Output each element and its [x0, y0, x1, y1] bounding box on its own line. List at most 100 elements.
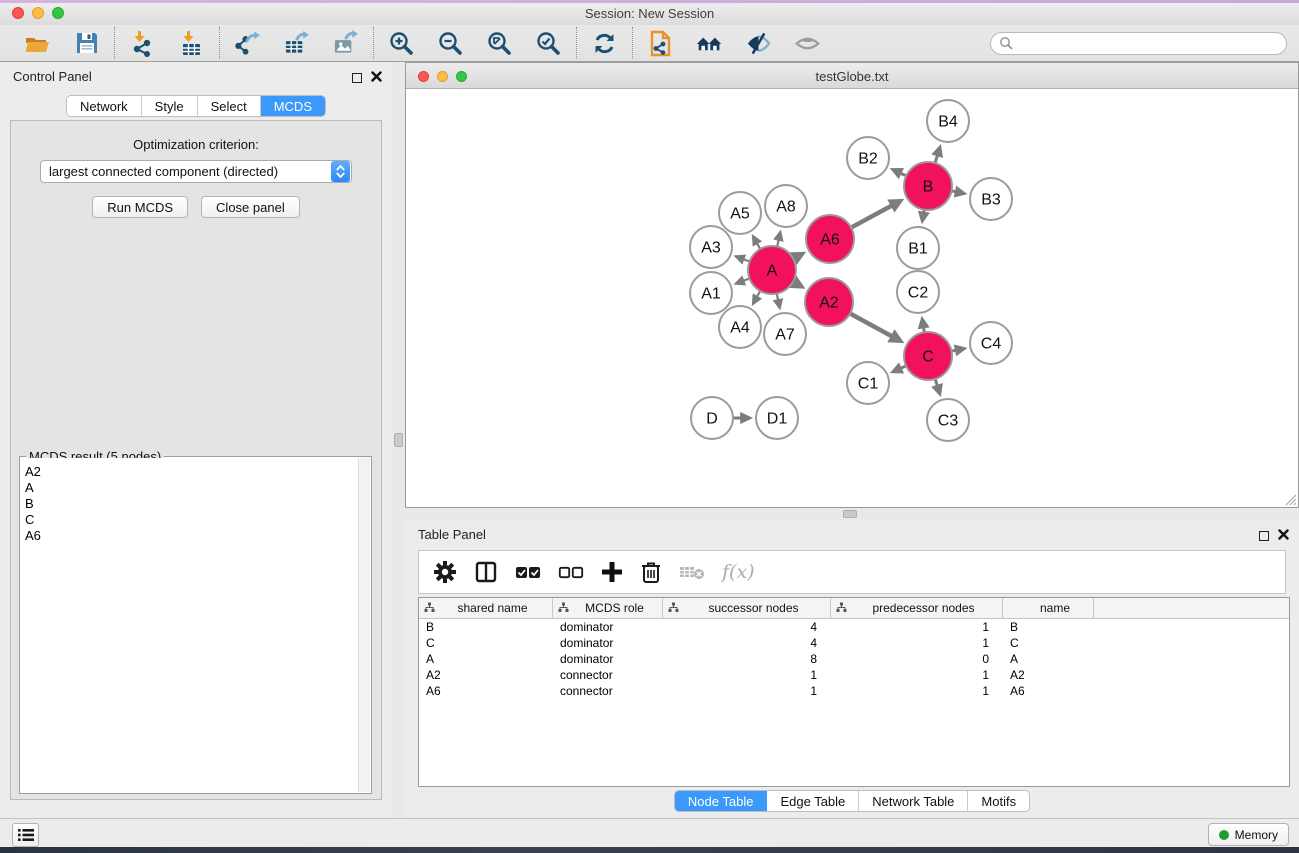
edge-arrowhead — [740, 412, 753, 424]
table-row[interactable]: A2connector11A2 — [419, 667, 1289, 683]
table-cell: 4 — [663, 619, 831, 635]
splitter-grip[interactable] — [843, 510, 857, 518]
vertical-splitter[interactable] — [392, 62, 405, 818]
table-header-row: shared nameMCDS rolesuccessor nodesprede… — [419, 598, 1289, 619]
mcds-result-list[interactable]: A2ABCA6 — [21, 458, 358, 792]
refresh-icon[interactable] — [591, 30, 618, 57]
tab-network-table[interactable]: Network Table — [859, 791, 968, 811]
tab-motifs[interactable]: Motifs — [968, 791, 1029, 811]
search-area — [990, 32, 1287, 55]
mcds-tab-content: Optimization criterion: largest connecte… — [10, 120, 382, 800]
result-scrollbar[interactable] — [358, 458, 370, 792]
save-icon[interactable] — [73, 30, 100, 57]
graph-node-label: A6 — [820, 232, 840, 249]
control-panel-title: Control Panel — [13, 69, 92, 84]
graph-node-label: B2 — [858, 151, 878, 168]
column-header-name[interactable]: name — [1003, 598, 1094, 618]
tab-edge-table[interactable]: Edge Table — [767, 791, 859, 811]
zoom-in-icon[interactable] — [388, 30, 415, 57]
export-image-icon[interactable] — [332, 30, 359, 57]
import-network-icon[interactable] — [129, 30, 156, 57]
resize-grip-icon[interactable] — [1283, 492, 1297, 506]
select-all-icon[interactable] — [515, 564, 541, 580]
horizontal-splitter[interactable] — [405, 508, 1299, 520]
mcds-result-item[interactable]: A — [25, 480, 358, 496]
tab-select[interactable]: Select — [198, 96, 261, 116]
table-row[interactable]: Bdominator41B — [419, 619, 1289, 635]
table-cell: dominator — [553, 635, 663, 651]
close-panel-button[interactable]: Close panel — [201, 196, 300, 218]
homes-icon[interactable] — [696, 30, 723, 57]
zoom-out-icon[interactable] — [437, 30, 464, 57]
float-panel-icon[interactable] — [352, 73, 362, 83]
tab-network[interactable]: Network — [67, 96, 142, 116]
run-mcds-button[interactable]: Run MCDS — [92, 196, 188, 218]
table-row[interactable]: Adominator80A — [419, 651, 1289, 667]
network-window-titlebar: testGlobe.txt — [406, 63, 1298, 89]
mcds-result-item[interactable]: B — [25, 496, 358, 512]
table-cell: A2 — [1003, 667, 1094, 683]
zoom-fit-icon[interactable] — [486, 30, 513, 57]
style-toggle-icon[interactable] — [745, 30, 772, 57]
main-toolbar — [0, 25, 1299, 62]
column-header-predecessor-nodes[interactable]: predecessor nodes — [831, 598, 1003, 618]
column-header-MCDS-role[interactable]: MCDS role — [553, 598, 663, 618]
mcds-result-item[interactable]: A2 — [25, 464, 358, 480]
eye-icon[interactable] — [794, 30, 821, 57]
splitter-grip[interactable] — [394, 433, 403, 447]
deselect-all-icon[interactable] — [558, 564, 584, 580]
float-panel-icon[interactable] — [1259, 531, 1269, 541]
tab-style[interactable]: Style — [142, 96, 198, 116]
close-panel-icon[interactable] — [371, 69, 382, 87]
edge-A2-C[interactable] — [850, 313, 893, 336]
table-cell: 8 — [663, 651, 831, 667]
open-folder-icon[interactable] — [24, 30, 51, 57]
add-column-icon[interactable] — [601, 561, 623, 583]
table-cell: dominator — [553, 619, 663, 635]
export-table-icon[interactable] — [283, 30, 310, 57]
graph-node-label: C4 — [981, 336, 1002, 353]
import-table-icon[interactable] — [178, 30, 205, 57]
edge-arrowhead — [918, 211, 930, 225]
criterion-dropdown[interactable]: largest connected component (directed) — [40, 160, 352, 183]
mcds-result-item[interactable]: C — [25, 512, 358, 528]
tab-mcds[interactable]: MCDS — [261, 96, 325, 116]
edge-arrowhead — [733, 254, 746, 264]
column-header-successor-nodes[interactable]: successor nodes — [663, 598, 831, 618]
table-cell: 4 — [663, 635, 831, 651]
table-toolbar: f(x) — [418, 550, 1286, 594]
table-panel-title: Table Panel — [418, 527, 486, 542]
mcds-result-group: MCDS result (5 nodes) A2ABCA6 — [19, 456, 372, 794]
list-icon — [18, 828, 34, 842]
delete-table-icon[interactable] — [679, 563, 705, 581]
table-row[interactable]: Cdominator41C — [419, 635, 1289, 651]
table-row[interactable]: A6connector11A6 — [419, 683, 1289, 699]
column-header-shared-name[interactable]: shared name — [419, 598, 553, 618]
search-box[interactable] — [990, 32, 1287, 55]
memory-button[interactable]: Memory — [1208, 823, 1289, 846]
network-canvas[interactable]: B4B2BB3A5A8A6A3B1AC2A1A2A4A7C4CC1C3DD1 — [406, 89, 1298, 507]
edge-arrowhead — [954, 344, 968, 356]
graph-node-label: C3 — [938, 413, 959, 430]
graph-node-label: C2 — [908, 285, 929, 302]
zoom-selected-icon[interactable] — [535, 30, 562, 57]
table-cell: 1 — [663, 683, 831, 699]
window-title: Session: New Session — [0, 6, 1299, 21]
table-body: Bdominator41BCdominator41CAdominator80AA… — [419, 619, 1289, 699]
tab-node-table[interactable]: Node Table — [675, 791, 768, 811]
graph-node-label: D1 — [767, 411, 788, 428]
graph-node-label: A2 — [819, 295, 839, 312]
document-network-icon[interactable] — [647, 30, 674, 57]
export-network-icon[interactable] — [234, 30, 261, 57]
table-cell: 1 — [663, 667, 831, 683]
network-graph[interactable]: B4B2BB3A5A8A6A3B1AC2A1A2A4A7C4CC1C3DD1 — [406, 89, 1298, 507]
mcds-result-item[interactable]: A6 — [25, 528, 358, 544]
edge-A6-B[interactable] — [851, 205, 893, 227]
close-panel-icon[interactable] — [1278, 527, 1289, 545]
column-view-icon[interactable] — [474, 560, 498, 584]
delete-icon[interactable] — [640, 560, 662, 584]
optimization-criterion-label: Optimization criterion: — [11, 137, 381, 152]
search-input[interactable] — [1018, 36, 1278, 50]
gear-icon[interactable] — [433, 560, 457, 584]
task-history-button[interactable] — [12, 823, 39, 847]
